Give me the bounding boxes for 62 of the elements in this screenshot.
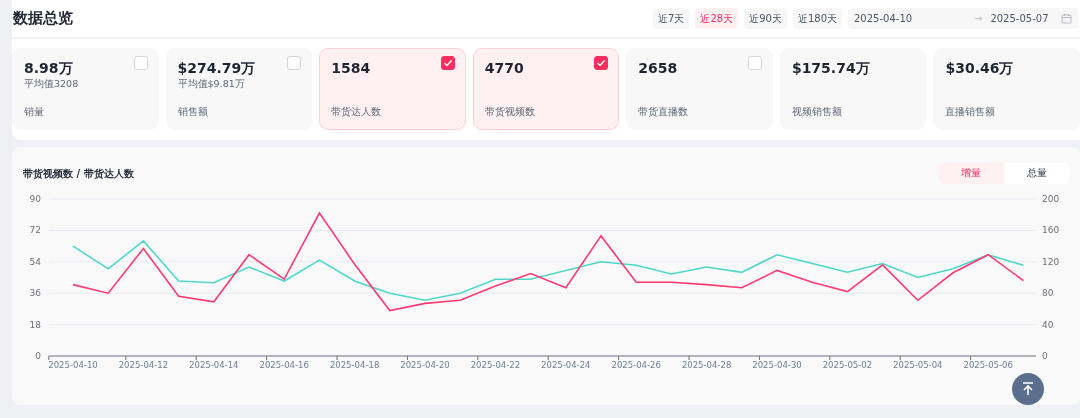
check-icon bbox=[442, 59, 453, 67]
y-axis-label: 18 bbox=[29, 319, 41, 330]
y-axis-label: 90 bbox=[29, 194, 41, 204]
checkbox[interactable] bbox=[440, 56, 455, 70]
x-axis-label: 2025-04-20 bbox=[400, 360, 450, 370]
range-button[interactable]: 近180天 bbox=[792, 8, 842, 29]
x-axis-label: 2025-04-26 bbox=[611, 360, 661, 370]
metric-value: 1584 bbox=[331, 59, 371, 77]
y-axis-label: 72 bbox=[29, 225, 41, 236]
y-axis-label: 120 bbox=[1042, 256, 1060, 267]
y-axis-label: 40 bbox=[1042, 319, 1054, 330]
arrow-up-icon bbox=[1020, 381, 1036, 397]
y-axis-label: 0 bbox=[35, 351, 41, 361]
date-range-field[interactable]: 2025-04-10 → 2025-05-07 bbox=[848, 8, 1078, 29]
metric-label: 销售额 bbox=[177, 105, 208, 119]
y-axis-label: 80 bbox=[1042, 288, 1054, 299]
y-axis-label: 54 bbox=[29, 256, 41, 267]
y-axis-label: 36 bbox=[29, 288, 41, 299]
x-axis-label: 2025-04-10 bbox=[48, 360, 98, 370]
x-axis-label: 2025-04-28 bbox=[681, 360, 732, 370]
checkbox[interactable] bbox=[594, 56, 609, 70]
x-axis-label: 2025-04-16 bbox=[259, 360, 309, 370]
check-icon bbox=[596, 59, 607, 67]
x-axis-label: 2025-05-06 bbox=[963, 360, 1013, 370]
metric-card[interactable]: 4770 带货视频数 bbox=[472, 48, 620, 130]
calendar-icon bbox=[1061, 13, 1072, 24]
metric-card[interactable]: $274.79万 平均值$9.81万 销售额 bbox=[165, 48, 313, 130]
metric-average: 平均值$9.81万 bbox=[177, 78, 245, 91]
metric-label: 带货直播数 bbox=[638, 105, 689, 119]
metric-value: $274.79万 bbox=[177, 59, 256, 77]
x-axis-label: 2025-04-12 bbox=[118, 360, 169, 370]
metric-card[interactable]: 1584 带货达人数 bbox=[319, 48, 466, 130]
x-axis-label: 2025-05-02 bbox=[822, 360, 873, 370]
metric-average: 平均值3208 bbox=[24, 78, 79, 91]
metric-label: 带货视频数 bbox=[484, 105, 535, 119]
x-axis-label: 2025-04-18 bbox=[329, 360, 380, 370]
metric-label: 销量 bbox=[24, 105, 44, 119]
metric-label: 直播销售额 bbox=[945, 105, 996, 119]
back-to-top-button[interactable] bbox=[1012, 373, 1044, 405]
metric-label: 带货达人数 bbox=[331, 105, 382, 119]
range-button[interactable]: 近7天 bbox=[653, 8, 690, 29]
x-axis-label: 2025-04-22 bbox=[470, 360, 521, 370]
section-title: 数据总览 bbox=[13, 9, 73, 28]
y-axis-label: 160 bbox=[1042, 225, 1060, 236]
y-axis-label: 0 bbox=[1042, 351, 1048, 361]
x-axis-label: 2025-04-14 bbox=[189, 360, 239, 370]
chart-title: 带货视频数 / 带货达人数 bbox=[23, 166, 134, 181]
x-axis-label: 2025-04-24 bbox=[541, 360, 591, 370]
range-button[interactable]: 近90天 bbox=[744, 8, 787, 29]
metric-card[interactable]: 2658 带货直播数 bbox=[626, 48, 773, 130]
metric-card[interactable]: $175.74万 视频销售额 bbox=[779, 48, 927, 130]
metric-label: 视频销售额 bbox=[791, 105, 842, 119]
metric-value: $175.74万 bbox=[791, 59, 870, 77]
x-axis-label: 2025-05-04 bbox=[893, 360, 943, 370]
metric-value: 2658 bbox=[638, 59, 678, 77]
metric-value: 4770 bbox=[484, 59, 524, 77]
metric-card[interactable]: 8.98万 平均值3208 销量 bbox=[12, 48, 159, 130]
metric-card[interactable]: $30.46万 直播销售额 bbox=[933, 48, 1080, 130]
metric-value: $30.46万 bbox=[945, 59, 1014, 77]
x-axis-label: 2025-04-30 bbox=[752, 360, 802, 370]
metric-value: 8.98万 bbox=[24, 59, 73, 77]
y-axis-label: 200 bbox=[1042, 194, 1060, 204]
